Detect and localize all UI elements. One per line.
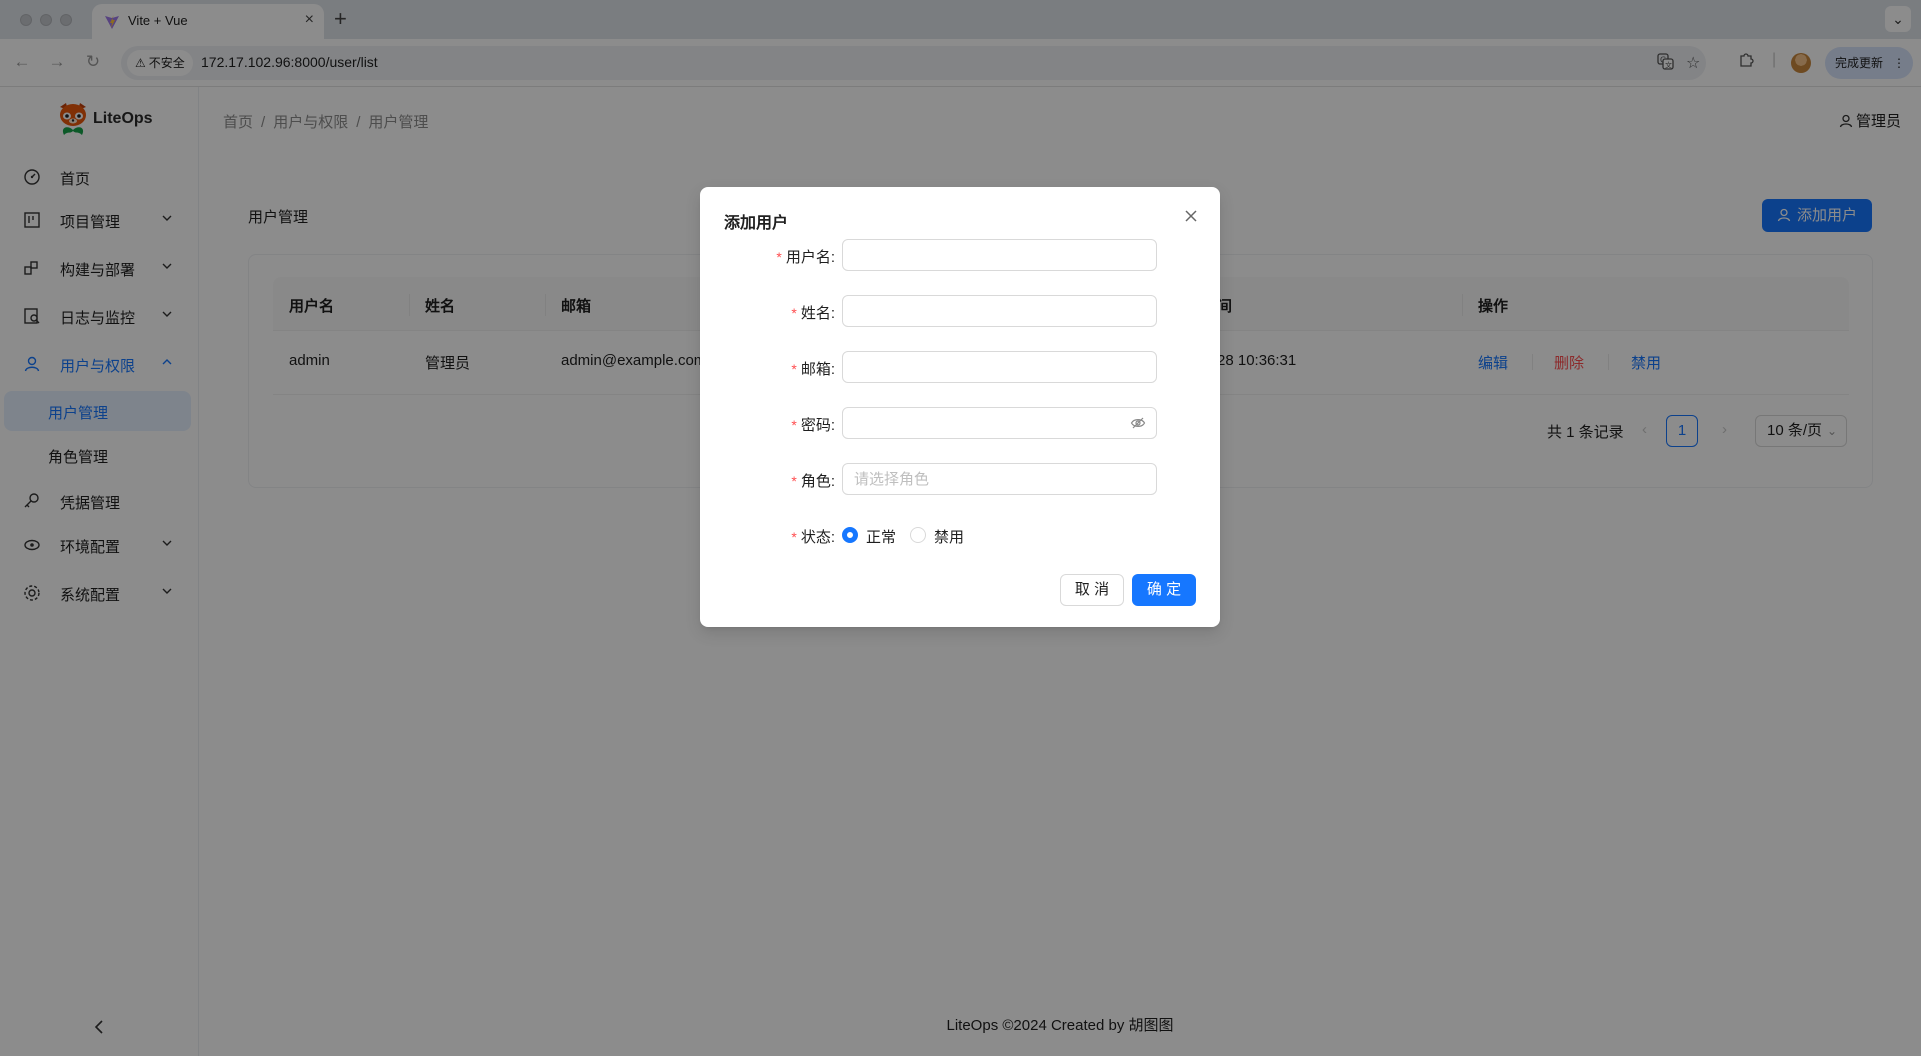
username-input[interactable] <box>842 239 1157 271</box>
password-label: 密码 <box>800 417 831 434</box>
eye-invisible-icon[interactable] <box>1130 415 1146 431</box>
radio-checked-icon <box>842 527 858 543</box>
status-form-row: * 状态: 正常 禁用 <box>791 527 965 546</box>
password-input[interactable] <box>842 407 1157 439</box>
role-select[interactable] <box>842 463 1157 495</box>
username-label: 用户名 <box>785 249 831 266</box>
name-input[interactable] <box>842 295 1157 327</box>
email-label: 邮箱 <box>800 361 831 378</box>
role-label: 角色 <box>800 473 831 490</box>
status-label: 状态 <box>800 529 831 546</box>
name-form-row: * 姓名: <box>700 295 1220 327</box>
email-input[interactable] <box>842 351 1157 383</box>
email-form-row: * 邮箱: <box>700 351 1220 383</box>
name-label: 姓名 <box>800 305 831 322</box>
username-form-row: * 用户名: <box>700 239 1220 271</box>
modal-title: 添加用户 <box>724 215 789 232</box>
confirm-button[interactable]: 确 定 <box>1132 574 1196 606</box>
radio-unchecked-icon <box>910 527 926 543</box>
password-form-row: * 密码: <box>700 407 1220 439</box>
role-form-row: * 角色: <box>700 463 1220 495</box>
close-icon[interactable] <box>1180 205 1202 227</box>
cancel-button[interactable]: 取 消 <box>1060 574 1124 606</box>
add-user-modal: 添加用户 *用户名: *姓名: *邮箱: *密码: *角色: *状态: 正常 禁… <box>700 187 1220 627</box>
